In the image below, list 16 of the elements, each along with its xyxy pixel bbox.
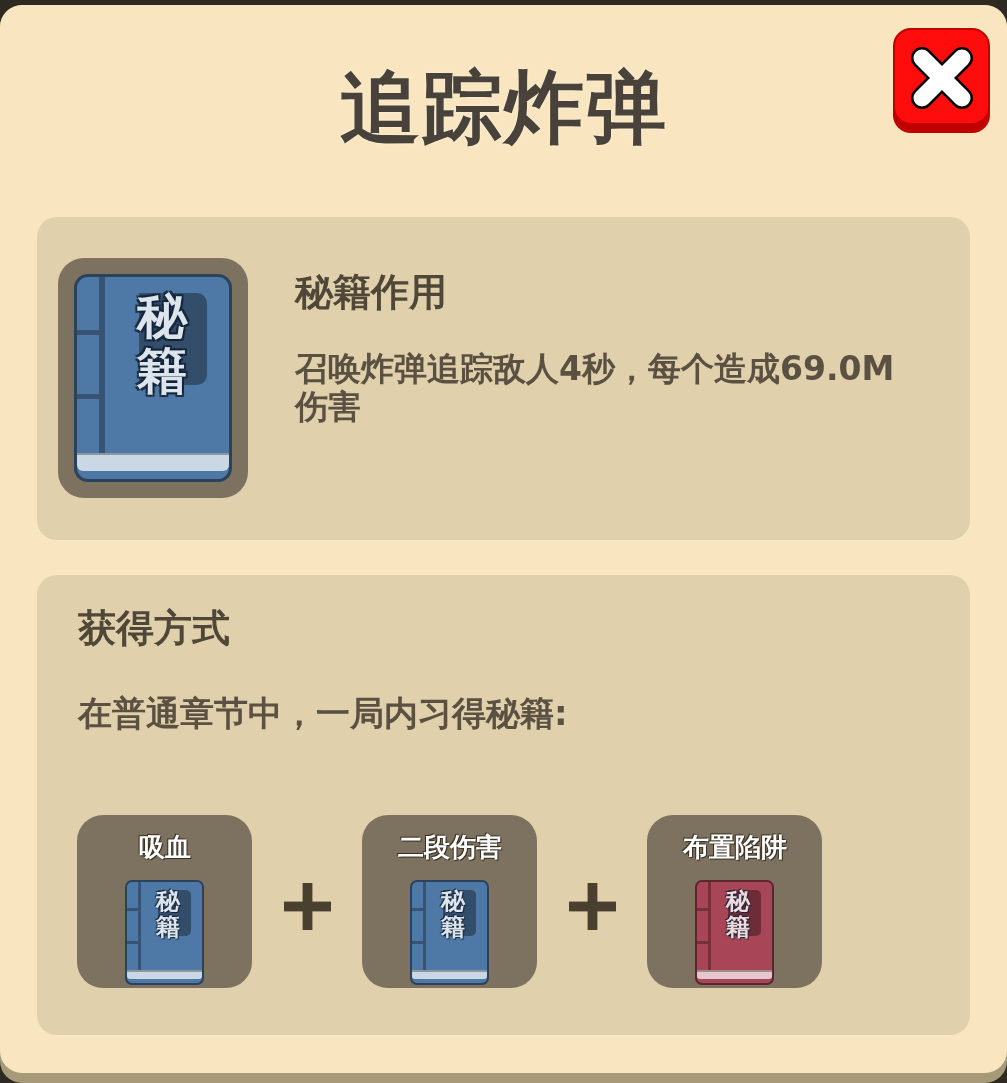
recipe-name: 二段伤害: [397, 831, 502, 863]
acquire-heading: 获得方式: [78, 606, 230, 650]
book-title: 秘籍: [156, 888, 180, 941]
dialog-title: 追踪炸弹: [339, 68, 668, 148]
recipe-name: 布置陷阱: [682, 831, 787, 863]
effect-description: 召唤炸弹追踪敌人4秒，每个造成69.0M伤害: [295, 350, 896, 426]
book-title: 秘籍: [441, 888, 465, 941]
close-icon: [909, 45, 974, 110]
book-title: 秘籍: [137, 289, 187, 399]
close-button[interactable]: [893, 28, 990, 133]
plus-icon: [283, 882, 331, 930]
acquire-instruction: 在普通章节中，一局内习得秘籍:: [78, 693, 568, 733]
plus-icon: [568, 882, 616, 930]
book-title: 秘籍: [726, 888, 750, 941]
effect-heading: 秘籍作用: [295, 270, 447, 314]
recipe-name: 吸血: [138, 831, 191, 863]
